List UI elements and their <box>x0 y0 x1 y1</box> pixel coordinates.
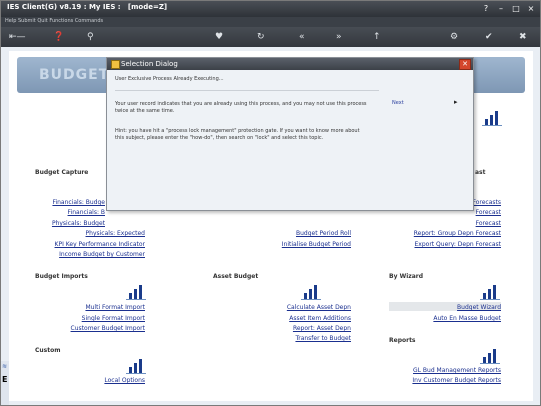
favourite-heart-icon[interactable]: ♥ <box>215 31 223 43</box>
chart-icon <box>300 283 322 301</box>
link-report-asset-depn[interactable]: Report: Asset Depn <box>293 325 351 332</box>
dialog-title-bar: Selection Dialog ✕ <box>107 58 473 70</box>
link-forecast-1[interactable]: Forecast <box>476 209 501 216</box>
chart-icon <box>479 283 501 301</box>
link-auto-en-masse-budget[interactable]: Auto En Masse Budget <box>433 315 501 322</box>
link-calculate-asset-depn[interactable]: Calculate Asset Depn <box>287 304 351 311</box>
link-asset-item-additions[interactable]: Asset Item Additions <box>289 315 351 322</box>
link-budget-wizard[interactable]: Budget Wizard <box>457 304 501 311</box>
chart-icon <box>125 283 147 301</box>
link-customer-budget-import[interactable]: Customer Budget Import <box>71 325 145 332</box>
menu-items[interactable]: Help Submit Quit Functions Commands <box>5 18 103 24</box>
banner-title: BUDGET <box>39 67 110 83</box>
forward-icon[interactable]: » <box>336 31 342 43</box>
ok-check-icon[interactable]: ✔ <box>485 31 493 43</box>
link-initialise-budget-period[interactable]: Initialise Budget Period <box>282 241 351 248</box>
link-forecast-2[interactable]: Forecast <box>476 220 501 227</box>
link-gl-bud-management-reports[interactable]: GL Bud Management Reports <box>413 367 501 374</box>
link-report-group-depn[interactable]: Report: Group Depn Forecast <box>414 230 501 237</box>
next-button[interactable]: Next <box>392 100 404 106</box>
side-arrow-icon[interactable]: ≋ <box>2 363 7 370</box>
help-icon[interactable]: ? <box>481 4 491 13</box>
dialog-divider <box>115 90 379 91</box>
back-icon[interactable]: « <box>299 31 305 43</box>
section-custom: Custom <box>35 347 61 354</box>
link-budget-period-roll[interactable]: Budget Period Roll <box>296 230 351 237</box>
section-asset-budget: Asset Budget <box>213 273 259 280</box>
section-by-wizard: By Wizard <box>389 273 424 280</box>
exit-icon[interactable]: ⇤— <box>9 31 26 43</box>
chart-icon <box>479 347 501 365</box>
maximize-icon[interactable]: □ <box>511 4 521 13</box>
up-icon[interactable]: ↑ <box>373 31 381 43</box>
title-bar: IES Client(G) v8.19 : My IES : [mode=Z] … <box>1 1 540 17</box>
toolbar: ⇤— ❓ ⚲ ♥ ↻ « » ↑ ⚙ ✔ ✖ <box>1 27 540 47</box>
search-icon[interactable]: ⚲ <box>87 31 94 43</box>
link-forecasts[interactable]: Forecasts <box>472 199 501 206</box>
settings-gear-icon[interactable]: ⚙ <box>450 31 458 43</box>
chart-icon <box>481 109 503 127</box>
dialog-close-icon[interactable]: ✕ <box>459 59 471 70</box>
link-kpi-indicator[interactable]: KPI Key Performance Indicator <box>55 241 145 248</box>
dialog-title: Selection Dialog <box>121 60 178 68</box>
close-window-icon[interactable]: × <box>526 4 536 13</box>
link-inv-customer-budget-reports[interactable]: Inv Customer Budget Reports <box>412 377 501 384</box>
dialog-paragraph-1: Your user record indicates that you are … <box>115 101 367 114</box>
minimize-icon[interactable]: – <box>496 4 506 13</box>
link-transfer-to-budget[interactable]: Transfer to Budget <box>295 335 351 342</box>
section-budget-imports: Budget Imports <box>35 273 88 280</box>
link-financials-b[interactable]: Financials: B <box>68 209 105 216</box>
dialog-paragraph-2: Hint: you have hit a "process lock manag… <box>115 128 360 141</box>
link-single-format-import[interactable]: Single Format Import <box>82 315 145 322</box>
section-budget-capture: Budget Capture <box>35 169 89 176</box>
app-window: IES Client(G) v8.19 : My IES : [mode=Z] … <box>0 0 541 406</box>
dialog-message: User Exclusive Process Already Executing… <box>115 76 224 82</box>
next-arrow-icon[interactable]: ▸ <box>454 98 458 106</box>
menu-bar: Help Submit Quit Functions Commands <box>1 17 540 27</box>
window-title: IES Client(G) v8.19 : My IES : [mode=Z] <box>7 3 168 11</box>
side-label: E <box>2 375 8 384</box>
close-x-icon[interactable]: ✖ <box>519 31 527 43</box>
dialog-app-icon <box>111 60 120 69</box>
history-icon[interactable]: ↻ <box>257 31 265 43</box>
link-physicals-budget[interactable]: Physicals: Budget <box>52 220 105 227</box>
link-financials-budget[interactable]: Financials: Budge <box>52 199 105 206</box>
link-local-options[interactable]: Local Options <box>104 377 145 384</box>
link-physicals-expected[interactable]: Physicals: Expected <box>86 230 145 237</box>
link-income-budget-customer[interactable]: Income Budget by Customer <box>59 251 145 258</box>
help-circle-icon[interactable]: ❓ <box>53 31 64 43</box>
link-multi-format-import[interactable]: Multi Format Import <box>85 304 145 311</box>
selection-dialog: Selection Dialog ✕ User Exclusive Proces… <box>106 57 474 211</box>
section-forecast-fragment: ast <box>475 169 486 176</box>
section-reports: Reports <box>389 337 416 344</box>
chart-icon <box>125 357 147 375</box>
link-export-query-depn[interactable]: Export Query: Depn Forecast <box>415 241 502 248</box>
